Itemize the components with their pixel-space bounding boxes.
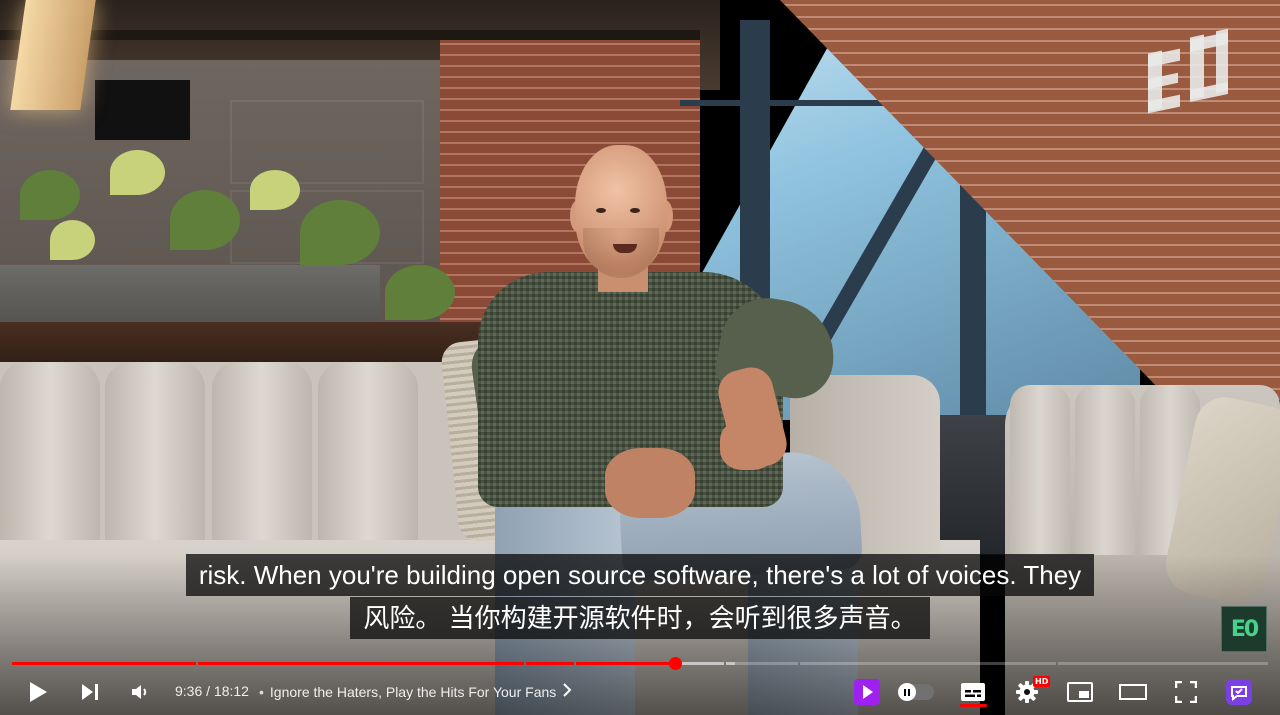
mute-button[interactable]: [124, 675, 156, 709]
scene-sofa-channel: [0, 362, 100, 552]
fullscreen-icon: [1175, 681, 1197, 703]
video-player[interactable]: risk. When you're building open source s…: [0, 0, 1280, 715]
scene-sofa-channel: [318, 362, 418, 552]
chapter-title-button[interactable]: • Ignore the Haters, Play the Hits For Y…: [259, 683, 572, 700]
scene-plant: [170, 190, 240, 250]
next-button[interactable]: [74, 675, 106, 709]
progress-chapter-segment[interactable]: [12, 662, 196, 665]
scene-window-frame: [740, 20, 770, 310]
progress-chapter-segment[interactable]: [526, 662, 574, 665]
channel-watermark-logo: [1146, 28, 1230, 114]
volume-icon: [130, 682, 150, 702]
autoplay-toggle[interactable]: [898, 683, 934, 701]
theater-mode-icon: [1119, 683, 1147, 701]
time-display: 9:36 / 18:12: [175, 683, 249, 699]
next-icon: [80, 682, 100, 702]
duration: 18:12: [213, 683, 249, 699]
caption-line-english: risk. When you're building open source s…: [185, 554, 1095, 596]
time-separator: /: [206, 683, 211, 699]
miniplayer-button[interactable]: [1065, 675, 1095, 709]
scene-window-frame: [960, 180, 986, 430]
person-hand: [720, 420, 775, 470]
scene-side-table: [935, 415, 1010, 555]
current-time: 9:36: [175, 683, 203, 699]
theater-mode-button[interactable]: [1118, 675, 1148, 709]
scene-sofa-channel: [212, 362, 312, 552]
scene-tv: [95, 80, 190, 140]
progress-chapter-segment[interactable]: [576, 662, 724, 665]
scene-planter: [0, 265, 380, 325]
person-eye: [596, 208, 606, 213]
play-button[interactable]: [22, 675, 54, 709]
progress-chapter-segment[interactable]: [800, 662, 1056, 665]
premium-button[interactable]: [852, 675, 882, 709]
autoplay-pause-icon: [898, 683, 916, 701]
chevron-right-icon: [562, 683, 572, 700]
chapter-bullet: •: [259, 683, 264, 700]
person-eye: [630, 208, 640, 213]
progress-bar[interactable]: [12, 661, 1268, 666]
scene-chair-channel: [1010, 385, 1070, 555]
caption-window[interactable]: risk. When you're building open source s…: [0, 554, 1280, 639]
scene-plant: [20, 170, 80, 220]
play-square-icon: [854, 679, 880, 705]
scene-plant: [300, 200, 380, 265]
scene-plant: [110, 150, 165, 195]
caption-line-chinese: 风险。 当你构建开源软件时，会听到很多声音。: [350, 597, 930, 639]
chapter-title: Ignore the Haters, Play the Hits For You…: [269, 683, 557, 700]
person-hand: [605, 448, 695, 518]
progress-chapter-segment[interactable]: [198, 662, 524, 665]
progress-scrubber[interactable]: [668, 657, 682, 670]
miniplayer-icon: [1067, 682, 1093, 702]
scene-plant: [385, 265, 455, 320]
scene-plant: [50, 220, 95, 260]
extension-button[interactable]: [1224, 675, 1254, 709]
scene-chair-channel: [1075, 385, 1135, 555]
play-icon: [28, 681, 48, 703]
channel-branding-button[interactable]: E0: [1221, 606, 1267, 652]
fullscreen-button[interactable]: [1171, 675, 1201, 709]
progress-chapter-segment[interactable]: [726, 662, 798, 665]
extension-icon: [1226, 679, 1252, 705]
scene-plant: [250, 170, 300, 210]
scene-sofa-channel: [105, 362, 205, 552]
subtitles-icon: [960, 682, 986, 702]
scene-wall-panel: [230, 100, 424, 184]
subtitles-active-indicator: [960, 704, 987, 707]
progress-chapter-segment[interactable]: [1058, 662, 1268, 665]
scene-beam: [0, 30, 700, 40]
hd-quality-badge: HD: [1033, 676, 1051, 687]
